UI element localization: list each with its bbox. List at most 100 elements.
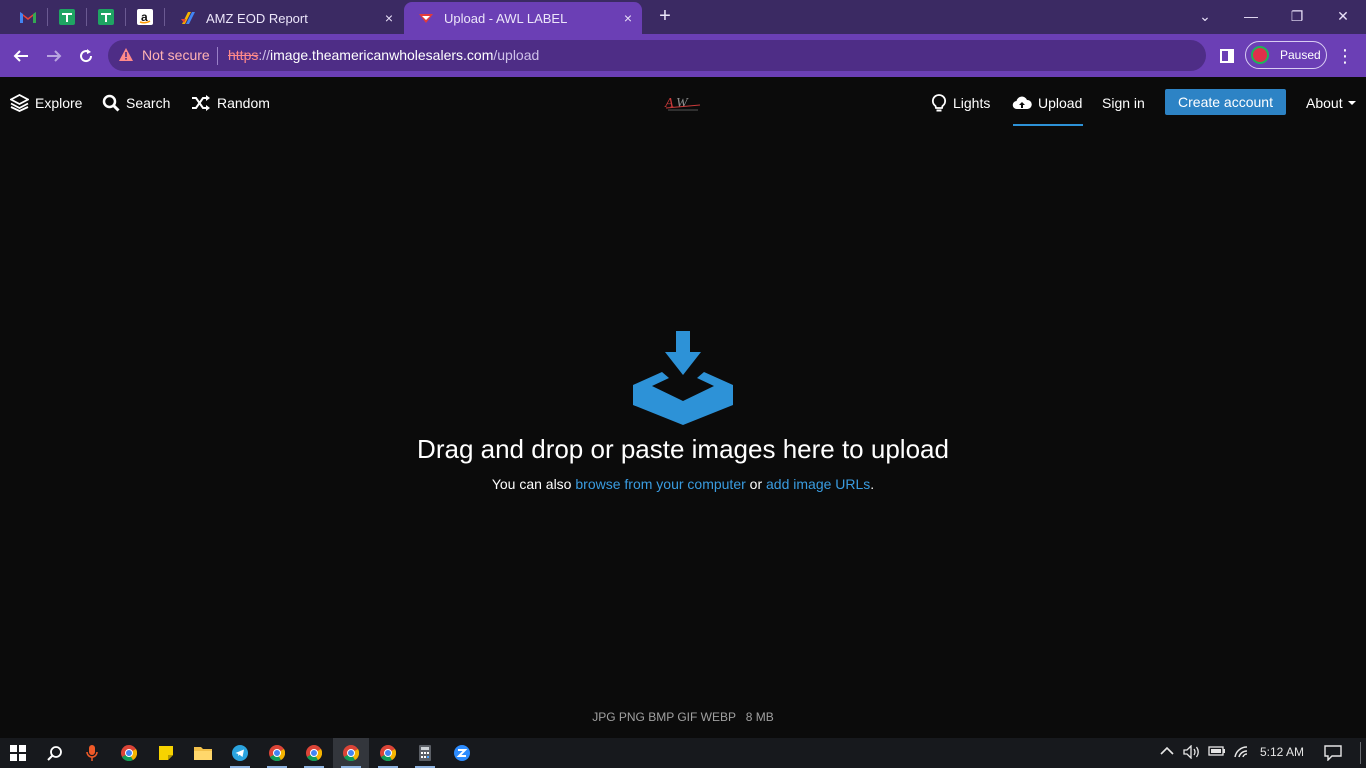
show-desktop-button[interactable] [1360, 742, 1361, 764]
taskbar-app-chrome-2[interactable] [259, 738, 295, 768]
taskbar-app-calculator[interactable] [407, 738, 443, 768]
pinned-tab-sheets-1[interactable] [50, 4, 84, 30]
sheets-icon [98, 9, 114, 25]
subline-or: or [749, 476, 763, 492]
layers-icon [10, 94, 29, 112]
url-text[interactable]: https://image.theamericanwholesalers.com… [228, 47, 539, 63]
reload-icon [80, 49, 93, 63]
taskbar-app-sticky-notes[interactable] [148, 738, 184, 768]
url-scheme: https [228, 47, 259, 63]
browse-computer-link[interactable]: browse from your computer [575, 476, 745, 492]
forward-button[interactable] [40, 42, 68, 70]
taskbar-app-chrome-4[interactable] [333, 738, 369, 768]
nav-search[interactable]: Search [102, 93, 170, 113]
tray-volume[interactable] [1183, 744, 1201, 762]
taskbar-app-chrome-5[interactable] [370, 738, 406, 768]
tray-battery[interactable] [1208, 745, 1226, 760]
start-button[interactable] [0, 738, 36, 768]
taskbar-app-zoom[interactable] [444, 738, 480, 768]
tab-separator [47, 8, 48, 26]
os-taskbar: 5:12 AM [0, 738, 1366, 768]
nav-about-label: About [1306, 95, 1343, 111]
site-logo[interactable]: AW [664, 93, 702, 118]
window-close-button[interactable]: ✕ [1320, 4, 1366, 28]
taskbar-clock[interactable]: 5:12 AM [1260, 745, 1304, 759]
speaker-icon [1183, 744, 1199, 760]
omnibox-divider [217, 47, 218, 65]
tab-separator [86, 8, 87, 26]
windows-logo-icon [10, 745, 26, 761]
caret-down-icon [1347, 101, 1356, 105]
zoom-icon [454, 745, 470, 761]
colorful-app-icon [181, 12, 195, 24]
profile-button[interactable]: Paused [1245, 41, 1327, 69]
drop-zone-subline: You can also browse from your computer o… [0, 476, 1366, 492]
taskbar-app-chrome-3[interactable] [296, 738, 332, 768]
side-panel-button[interactable] [1213, 42, 1241, 70]
chevron-up-icon [1160, 746, 1174, 755]
address-bar[interactable]: Not secure https://image.theamericanwhol… [108, 40, 1206, 71]
add-image-urls-link[interactable]: add image URLs [766, 476, 870, 492]
browser-menu-button[interactable]: ⋮ [1331, 42, 1359, 70]
nav-upload-label: Upload [1038, 95, 1083, 111]
upload-tray-icon[interactable] [632, 331, 734, 425]
avatar [1251, 46, 1269, 64]
arrow-right-icon [47, 50, 62, 62]
back-button[interactable] [7, 42, 35, 70]
drop-zone-headline: Drag and drop or paste images here to up… [417, 434, 949, 464]
amazon-icon: a [137, 9, 153, 25]
tray-overflow-chevron-icon[interactable] [1160, 745, 1174, 759]
chrome-icon [269, 745, 285, 761]
close-icon[interactable]: × [385, 10, 393, 26]
sheets-icon [59, 9, 75, 25]
taskbar-app-telegram[interactable] [222, 738, 258, 768]
tab-upload-awl-label[interactable]: Upload - AWL LABEL × [404, 2, 642, 34]
gmail-icon [20, 12, 36, 23]
sticky-note-icon [159, 746, 173, 760]
new-tab-button[interactable]: + [654, 4, 676, 28]
active-nav-indicator [1013, 124, 1083, 126]
taskbar-app-chrome-1[interactable] [111, 738, 147, 768]
arrow-left-icon [13, 50, 28, 62]
restore-button[interactable]: ❐ [1274, 4, 1320, 28]
nav-random-label: Random [217, 95, 270, 111]
taskbar-app-file-explorer[interactable] [185, 738, 221, 768]
nav-explore[interactable]: Explore [10, 93, 82, 113]
nav-sign-in-label: Sign in [1102, 95, 1145, 111]
shuffle-icon [192, 95, 210, 111]
nav-random[interactable]: Random [191, 93, 270, 113]
svg-text:W: W [676, 96, 689, 111]
pinned-tab-sheets-2[interactable] [89, 4, 123, 30]
minimize-button[interactable]: — [1228, 4, 1274, 28]
reload-button[interactable] [72, 42, 100, 70]
tab-search-chevron-icon[interactable]: ⌄ [1182, 4, 1228, 28]
lightbulb-icon [931, 93, 947, 111]
battery-icon [1208, 746, 1225, 756]
url-host: image.theamericanwholesalers.com [270, 47, 494, 63]
nav-about[interactable]: About [1306, 93, 1357, 113]
profile-status: Paused [1280, 48, 1321, 62]
folder-icon [194, 747, 212, 760]
notification-center-button[interactable] [1324, 745, 1342, 764]
create-account-button[interactable]: Create account [1165, 89, 1286, 115]
taskbar-app-voice[interactable] [74, 738, 110, 768]
nav-sign-in[interactable]: Sign in [1102, 93, 1145, 113]
site-page: Explore Search Random AW Lights Upload S… [0, 77, 1366, 738]
tab-separator [164, 8, 165, 26]
awl-logo-icon: AW [664, 96, 701, 111]
chrome-icon [121, 745, 137, 761]
search-icon [47, 746, 62, 761]
close-icon[interactable]: × [624, 10, 632, 26]
nav-lights[interactable]: Lights [931, 93, 990, 113]
notification-icon [1324, 745, 1342, 762]
security-status[interactable]: Not secure [142, 47, 210, 63]
taskbar-search-button[interactable] [37, 738, 73, 768]
pinned-tab-gmail[interactable] [11, 4, 45, 30]
nav-upload[interactable]: Upload [1012, 93, 1082, 113]
chrome-icon [306, 745, 322, 761]
pinned-tab-amazon[interactable]: a [128, 4, 162, 30]
search-icon [102, 94, 120, 112]
browser-tab-strip: a AMZ EOD Report × Upload - AWL LABEL × … [0, 0, 1366, 34]
tab-amz-eod-report[interactable]: AMZ EOD Report × [166, 2, 403, 34]
tray-network[interactable] [1233, 745, 1249, 762]
